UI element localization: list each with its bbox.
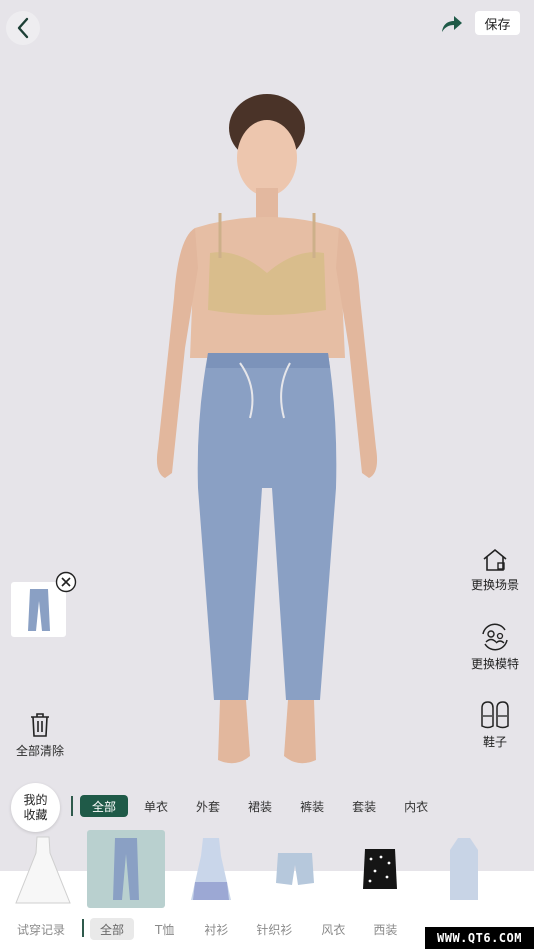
tab-shirt[interactable]: 衬衫 xyxy=(204,918,228,940)
tab-trench-coat[interactable]: 风衣 xyxy=(321,918,345,940)
garment-item-selected[interactable] xyxy=(87,830,165,908)
share-arrow-icon xyxy=(442,16,462,32)
wedding-dress-icon xyxy=(15,836,71,904)
garment-item[interactable] xyxy=(341,830,419,908)
clear-all-button[interactable]: 全部清除 xyxy=(10,712,70,759)
watermark: WWW.QT6.COM xyxy=(425,927,534,949)
my-favorites-button[interactable]: 我的 收藏 xyxy=(11,783,60,832)
category-tab-underwear[interactable]: 内衣 xyxy=(394,795,438,817)
garment-list xyxy=(0,830,534,910)
garment-item[interactable] xyxy=(172,830,250,908)
model-figure xyxy=(156,94,378,764)
category-tab-suits[interactable]: 套装 xyxy=(342,795,386,817)
category-tabs: 全部 单衣 外套 裙装 裤装 套装 内衣 xyxy=(80,795,446,817)
remove-item-button[interactable] xyxy=(55,571,77,593)
favorites-line2: 收藏 xyxy=(23,807,48,822)
category-tab-all[interactable]: 全部 xyxy=(80,795,129,817)
tab-knitwear[interactable]: 针织衫 xyxy=(256,918,292,940)
shoes-label: 鞋子 xyxy=(482,735,507,749)
favorites-line1: 我的 xyxy=(23,792,48,807)
person-swap-icon xyxy=(482,623,508,651)
polka-skirt-icon xyxy=(363,849,397,889)
back-button[interactable] xyxy=(6,11,40,45)
shirt-dress-icon xyxy=(450,838,478,900)
category-tab-pants[interactable]: 裤装 xyxy=(290,795,334,817)
change-model-button[interactable]: 更换模特 xyxy=(464,622,526,672)
jeans-icon xyxy=(27,588,50,631)
jeans-icon xyxy=(113,838,139,900)
denim-shorts-icon xyxy=(276,853,314,885)
shoes-button[interactable]: 鞋子 xyxy=(464,700,526,750)
change-scene-label: 更换场景 xyxy=(470,578,519,592)
category-tab-outerwear[interactable]: 外套 xyxy=(186,795,230,817)
clear-all-label: 全部清除 xyxy=(15,744,64,758)
category-tab-skirts[interactable]: 裙装 xyxy=(238,795,282,817)
garment-item[interactable] xyxy=(425,830,503,908)
category-divider xyxy=(71,796,73,816)
share-button[interactable] xyxy=(436,10,468,38)
close-circle-icon xyxy=(55,571,77,593)
tab-tshirt[interactable]: T恤 xyxy=(155,918,174,940)
shoes-icon xyxy=(481,701,509,729)
category-tab-tops[interactable]: 单衣 xyxy=(134,795,178,817)
garment-item[interactable] xyxy=(4,830,82,908)
tab-suit[interactable]: 西装 xyxy=(373,918,397,940)
house-icon xyxy=(483,548,507,571)
chevron-left-icon xyxy=(17,17,29,39)
trash-icon xyxy=(31,713,49,737)
floral-dress-icon xyxy=(191,838,231,900)
bottom-divider xyxy=(82,919,84,937)
garment-item[interactable] xyxy=(256,830,334,908)
change-scene-button[interactable]: 更换场景 xyxy=(464,547,526,593)
tab-try-on-history[interactable]: 试穿记录 xyxy=(17,918,65,940)
change-model-label: 更换模特 xyxy=(470,657,519,671)
tab-all[interactable]: 全部 xyxy=(90,918,135,940)
save-button[interactable]: 保存 xyxy=(475,11,520,35)
